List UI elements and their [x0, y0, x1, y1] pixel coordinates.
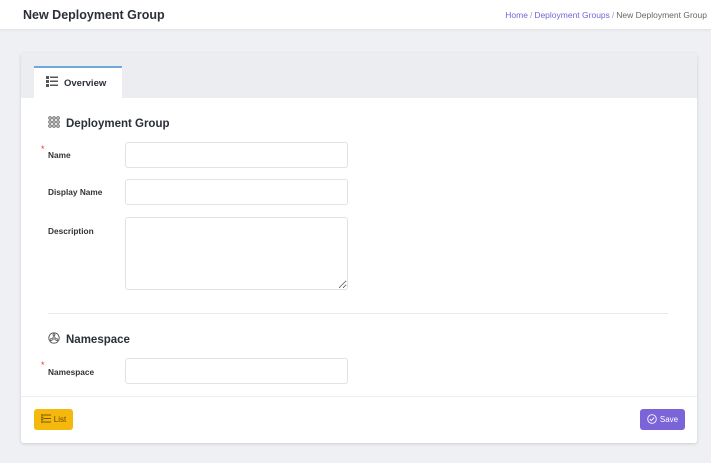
section-title-text: Deployment Group — [66, 117, 170, 130]
tab-bar: Overview — [21, 53, 697, 98]
breadcrumb-current: New Deployment Group — [616, 10, 707, 20]
description-label: Description — [48, 226, 94, 236]
breadcrumb-deployment-groups-link[interactable]: Deployment Groups — [534, 10, 610, 20]
required-marker: * — [41, 144, 45, 154]
grid-dots-icon — [48, 116, 60, 131]
section-title-deployment-group: Deployment Group — [48, 116, 170, 131]
display-name-label: Display Name — [48, 187, 103, 197]
form-card: Overview Deployment Group * Name Display… — [21, 53, 697, 443]
tab-overview[interactable]: Overview — [34, 66, 122, 98]
namespace-input[interactable] — [125, 358, 348, 384]
required-marker: * — [41, 360, 45, 370]
top-bar: New Deployment Group Home / Deployment Gro… — [0, 0, 711, 30]
check-circle-icon — [647, 413, 657, 426]
list-button-label: List — [53, 415, 67, 424]
network-icon — [48, 332, 60, 347]
page-title: New Deployment Group — [23, 8, 165, 22]
form-footer: List Save — [21, 396, 697, 443]
list-icon — [46, 74, 58, 92]
breadcrumb: Home / Deployment Groups / New Deployment Gr… — [505, 10, 707, 20]
display-name-input[interactable] — [125, 179, 348, 205]
breadcrumb-separator: / — [529, 10, 533, 20]
namespace-label: Namespace — [48, 367, 95, 377]
breadcrumb-home-link[interactable]: Home — [505, 10, 528, 20]
save-button-label: Save — [659, 415, 679, 424]
description-textarea[interactable] — [125, 217, 348, 290]
section-title-text: Namespace — [66, 333, 130, 346]
list-button[interactable]: List — [34, 409, 73, 430]
breadcrumb-separator: / — [611, 10, 615, 20]
name-input[interactable] — [125, 142, 348, 168]
save-button[interactable]: Save — [640, 409, 685, 430]
name-label: Name — [48, 150, 71, 160]
section-title-namespace: Namespace — [48, 332, 130, 347]
section-divider — [48, 313, 668, 314]
list-icon — [40, 413, 51, 425]
tab-overview-label: Overview — [64, 77, 107, 89]
